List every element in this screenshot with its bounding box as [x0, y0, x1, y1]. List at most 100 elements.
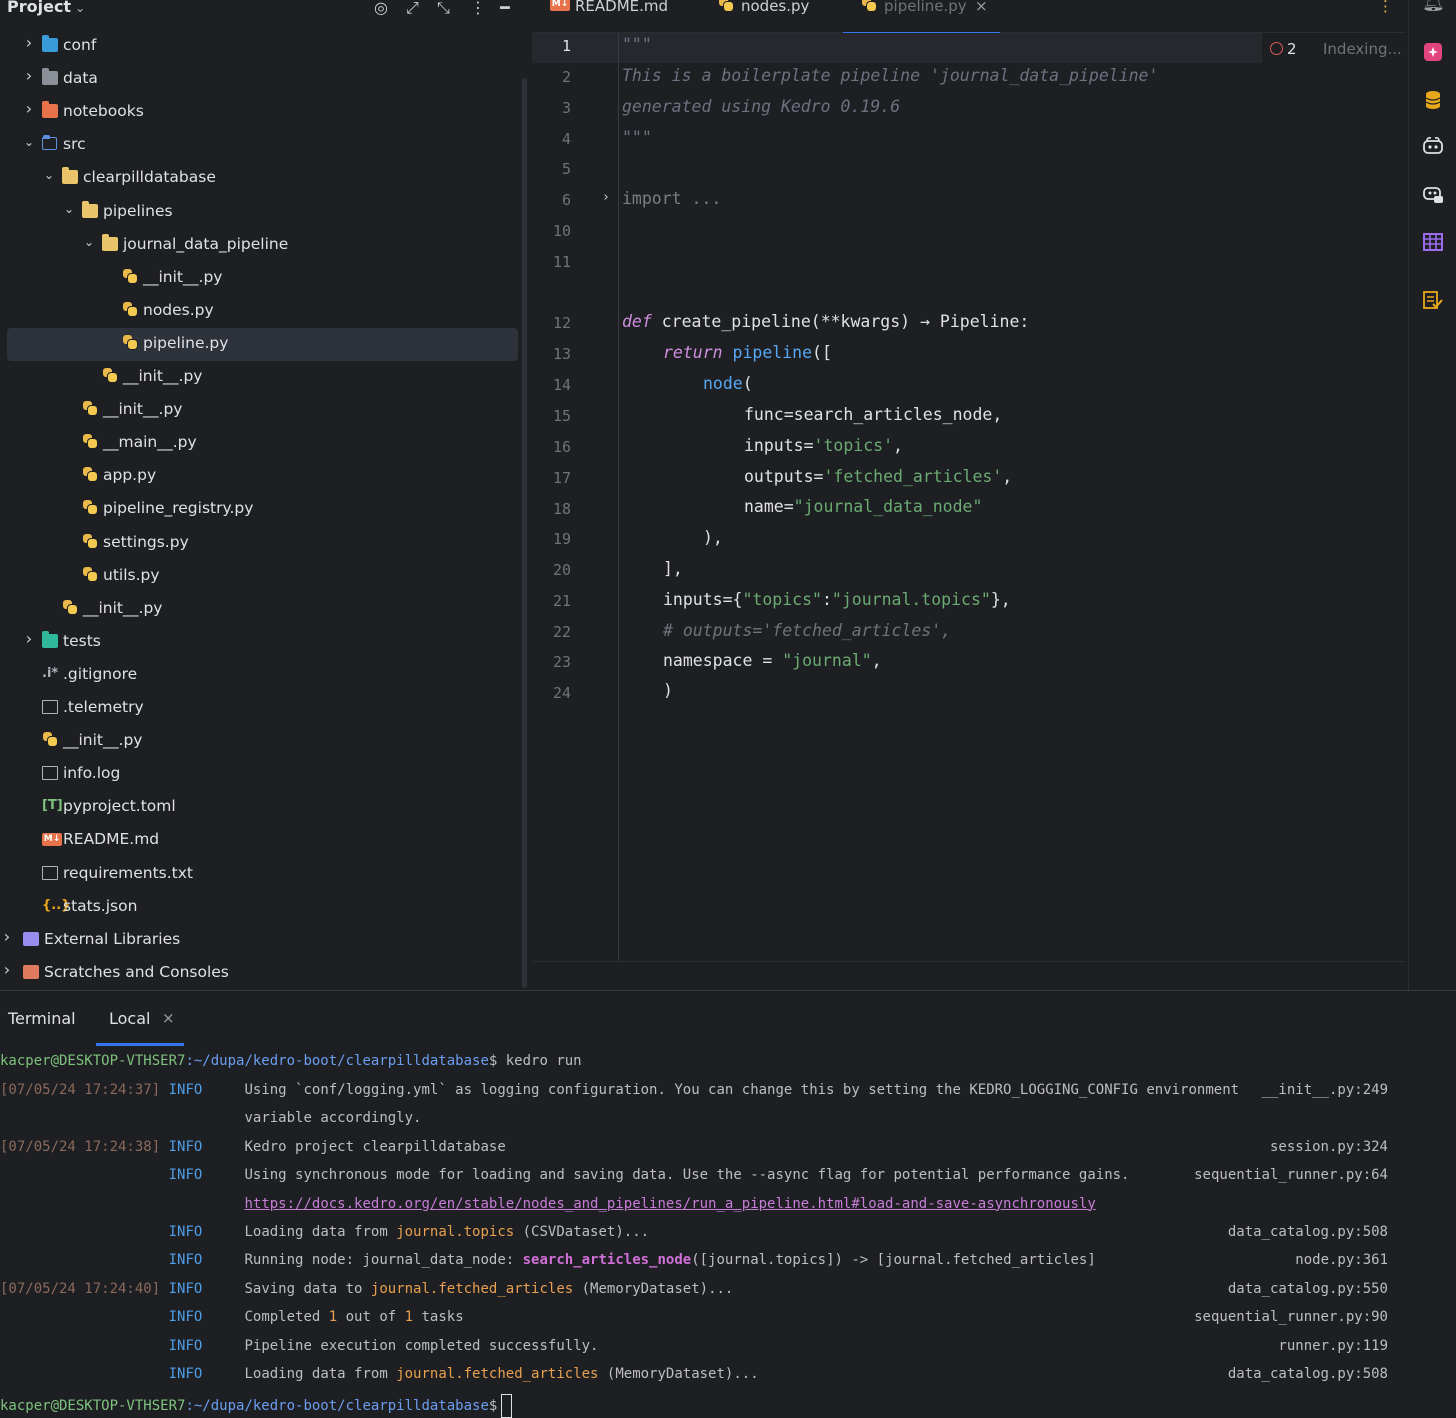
chevron-right-icon[interactable]: › — [22, 66, 36, 85]
tree-item[interactable]: info.log — [0, 758, 518, 791]
terminal-command: kedro run — [497, 1053, 582, 1069]
code-line-6[interactable]: import ... — [622, 189, 721, 208]
tree-item[interactable]: __init__.py — [0, 725, 518, 758]
folder-icon — [102, 233, 118, 251]
log-source[interactable]: data_catalog.py:550 — [1228, 1281, 1388, 1297]
log-source[interactable]: session.py:324 — [1270, 1139, 1388, 1155]
project-title-label: Project — [7, 0, 72, 16]
log-level: INFO — [160, 1082, 203, 1098]
more-options-icon[interactable]: ⋮ — [470, 0, 486, 17]
chevron-down-icon[interactable]: ⌄ — [75, 1, 85, 15]
chevron-down-icon[interactable]: ⌄ — [42, 168, 56, 182]
tree-item[interactable]: settings.py — [0, 527, 518, 560]
tree-item[interactable]: .telemetry — [0, 692, 518, 725]
copilot-icon[interactable] — [1422, 135, 1444, 157]
error-indicator[interactable]: 2 — [1270, 40, 1297, 58]
editor-bottom-divider — [532, 961, 1406, 962]
tree-item[interactable]: utils.py — [0, 560, 518, 593]
tree-item[interactable]: › conf — [0, 30, 518, 63]
tree-item[interactable]: ⌄ clearpilldatabase — [0, 162, 518, 195]
tree-item[interactable]: › tests — [0, 626, 518, 659]
chevron-down-icon[interactable]: ⌄ — [62, 202, 76, 216]
line-number: 21 — [552, 592, 571, 610]
code-line-4: """ — [622, 128, 652, 147]
tree-item[interactable]: {..} stats.json — [0, 891, 518, 924]
line-number: 3 — [561, 99, 571, 117]
minimize-icon[interactable]: ━ — [500, 0, 510, 17]
tree-item[interactable]: › data — [0, 63, 518, 96]
line-number: 4 — [561, 130, 571, 148]
tree-item[interactable]: pipeline.py — [7, 327, 518, 361]
project-panel-title[interactable]: Project ⌄ — [7, 0, 85, 16]
chevron-down-icon[interactable]: ⌄ — [22, 135, 36, 149]
log-source[interactable]: __init__.py:249 — [1262, 1082, 1388, 1098]
tree-item[interactable]: .i* .gitignore — [0, 659, 518, 692]
terminal-log-line: [07/05/24 17:24:38] INFO Kedro project c… — [0, 1139, 506, 1155]
target-icon[interactable]: ◎ — [374, 0, 388, 17]
todo-icon[interactable] — [1422, 289, 1444, 311]
tree-item[interactable]: __init__.py — [0, 262, 518, 295]
chevron-right-icon[interactable]: › — [22, 33, 36, 52]
error-icon — [1270, 42, 1283, 55]
chevron-down-icon[interactable]: ⌄ — [82, 235, 96, 249]
chevron-right-icon[interactable]: › — [22, 629, 36, 648]
tree-item[interactable]: __init__.py — [0, 394, 518, 427]
expand-all-icon[interactable]: ⤢ — [406, 0, 419, 18]
tree-item[interactable]: › notebooks — [0, 96, 518, 129]
tab-pipeline[interactable]: pipeline.py × — [843, 0, 1000, 34]
pipeline-call: pipeline — [722, 343, 813, 362]
project-scrollbar[interactable] — [522, 78, 527, 988]
table-icon[interactable] — [1422, 231, 1444, 253]
log-source[interactable]: runner.py:119 — [1278, 1338, 1388, 1354]
tree-item[interactable]: [T] pyproject.toml — [0, 791, 518, 824]
tree-item[interactable]: › Scratches and Consoles — [0, 957, 518, 990]
copilot-chat-icon[interactable] — [1422, 183, 1444, 205]
chevron-right-icon[interactable]: › — [0, 927, 14, 946]
tab-nodes[interactable]: nodes.py — [718, 0, 838, 32]
log-link[interactable]: https://docs.kedro.org/en/stable/nodes_a… — [244, 1196, 1095, 1212]
tree-item[interactable]: __init__.py — [0, 361, 518, 394]
tree-item[interactable]: ⌄ src — [0, 129, 518, 162]
tree-item-label: requirements.txt — [63, 863, 193, 882]
python-icon — [42, 731, 58, 747]
database-icon[interactable] — [1422, 89, 1444, 111]
more-tabs-icon[interactable]: ⋮ — [1378, 0, 1398, 32]
terminal-log-line: INFO Running node: journal_data_node: se… — [0, 1252, 1096, 1268]
log-level: INFO — [160, 1252, 203, 1269]
log-gap — [202, 1281, 244, 1297]
tree-item[interactable]: ⌄ pipelines — [0, 196, 518, 229]
tab-local-terminal[interactable]: Local — [109, 1009, 150, 1028]
string: "journal_data_node" — [793, 497, 983, 516]
log-source[interactable]: data_catalog.py:508 — [1228, 1224, 1388, 1240]
chevron-right-icon[interactable]: › — [0, 960, 14, 979]
log-gap — [202, 1082, 244, 1098]
tree-item[interactable]: __init__.py — [0, 593, 518, 626]
chevron-right-icon[interactable]: › — [22, 99, 36, 118]
collapse-all-icon[interactable]: ⤡ — [437, 0, 450, 18]
tree-item[interactable]: requirements.txt — [0, 858, 518, 891]
terminal-prompt-line-active[interactable]: kacper@DESKTOP-VTHSER7:~/dupa/kedro-boot… — [0, 1394, 513, 1418]
tree-item[interactable]: app.py — [0, 460, 518, 493]
log-source[interactable]: sequential_runner.py:90 — [1194, 1309, 1388, 1325]
close-icon[interactable]: × — [975, 0, 988, 15]
line-number: 19 — [552, 530, 571, 548]
tree-item[interactable]: M↓ README.md — [0, 824, 518, 857]
log-source[interactable]: data_catalog.py:508 — [1228, 1366, 1388, 1382]
log-timestamp — [0, 1366, 160, 1382]
log-source[interactable]: sequential_runner.py:64 — [1194, 1167, 1388, 1183]
log-source[interactable]: node.py:361 — [1295, 1252, 1388, 1268]
log-message: ([journal.topics]) -> [journal.fetched_a… — [691, 1252, 1096, 1269]
tree-item[interactable]: nodes.py — [0, 295, 518, 328]
tree-item[interactable]: pipeline_registry.py — [0, 493, 518, 526]
tree-item[interactable]: › External Libraries — [0, 924, 518, 957]
tree-item[interactable]: ⌄ journal_data_pipeline — [0, 229, 518, 262]
close-icon[interactable]: × — [162, 1009, 175, 1027]
ai-assistant-icon[interactable] — [1422, 41, 1444, 63]
code-line-21: inputs={"topics":"journal.topics"}, — [663, 590, 1011, 609]
fold-chevron-icon[interactable]: › — [602, 190, 610, 205]
tree-item[interactable]: __main__.py — [0, 427, 518, 460]
string: 'fetched_articles' — [823, 467, 1003, 486]
tab-label: nodes.py — [741, 0, 810, 15]
notifications-icon[interactable]: 🔔︎ — [1422, 0, 1445, 14]
tab-readme[interactable]: M↓ README.md — [550, 0, 690, 32]
